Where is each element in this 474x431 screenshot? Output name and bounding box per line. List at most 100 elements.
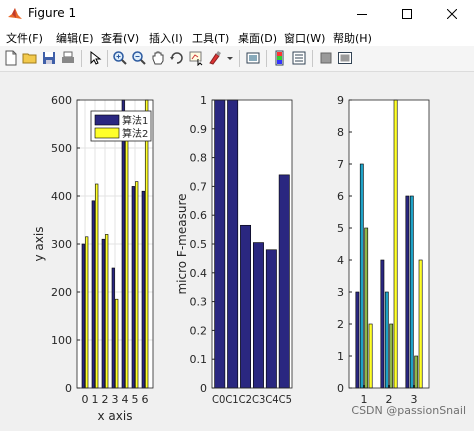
bar — [389, 323, 394, 389]
brush-icon[interactable] — [207, 50, 223, 66]
menu-desktop[interactable]: 桌面(D) — [238, 30, 277, 46]
bar — [131, 186, 135, 389]
menu-edit[interactable]: 编辑(E) — [56, 30, 94, 46]
zoom-in-icon[interactable] — [112, 50, 128, 66]
bar — [414, 355, 419, 389]
y-tick-label: 4 — [337, 254, 344, 267]
y-tick-label: 0.3 — [190, 296, 208, 309]
new-figure-icon[interactable] — [3, 50, 19, 66]
bar — [105, 234, 109, 389]
menu-window[interactable]: 窗口(W) — [284, 30, 325, 46]
bar — [409, 195, 414, 389]
bar — [91, 200, 95, 389]
axes-3: 01234567891 2 3 — [337, 94, 430, 406]
figure-canvas: 0 100 200 300 400 500 600 0 1 2 3 4 5 6 x axis y axis 算法… — [0, 72, 474, 427]
bar — [85, 236, 89, 389]
legend-swatch — [94, 114, 120, 126]
window-title: Figure 1 — [28, 6, 77, 20]
bar — [380, 259, 385, 389]
y-tick-label: 0.4 — [190, 267, 208, 280]
rotate-3d-icon[interactable] — [169, 50, 185, 66]
toolbar-separator — [81, 50, 82, 67]
toolbar-separator — [239, 50, 240, 67]
zoom-out-icon[interactable] — [131, 50, 147, 66]
y-tick-label: 0.8 — [190, 152, 208, 165]
open-folder-icon[interactable] — [22, 50, 38, 66]
menu-view[interactable]: 查看(V) — [101, 30, 139, 46]
axes-2: 0 0.1 0.2 0.3 0.4 0.5 0.6 0.7 0.8 0.9 1 C0C1C2C3C4C… — [175, 94, 293, 406]
chevron-down-icon[interactable] — [225, 50, 235, 66]
x-tick-label: 6 — [142, 393, 149, 406]
bar — [145, 99, 149, 389]
menu-file[interactable]: 文件(F) — [6, 30, 43, 46]
y-tick-label: 0 — [337, 382, 344, 395]
y-tick-label: 0 — [200, 382, 207, 395]
y-tick-label: 6 — [337, 190, 344, 203]
matlab-icon — [8, 8, 22, 19]
toolbar-separator — [266, 50, 267, 67]
bar — [393, 99, 398, 389]
bar — [141, 190, 145, 389]
x-tick-label: 0 — [82, 393, 89, 406]
x-tick-label: 5 — [132, 393, 139, 406]
menu-tools[interactable]: 工具(T) — [192, 30, 229, 46]
y-axis-label: micro F-measure — [175, 193, 189, 294]
toolbar-separator — [312, 50, 313, 67]
y-tick-label: 5 — [337, 222, 344, 235]
x-tick-label: C0C1C2C3C4C5 — [212, 393, 292, 406]
y-tick-label: 600 — [51, 94, 72, 107]
minimize-button[interactable] — [339, 0, 384, 28]
bar — [135, 181, 139, 389]
pan-icon[interactable] — [150, 50, 166, 66]
data-cursor-icon[interactable] — [188, 50, 204, 66]
y-tick-label: 0.5 — [190, 238, 208, 251]
link-plot-icon[interactable] — [245, 50, 261, 66]
bar — [240, 224, 252, 389]
y-axis-label: y axis — [32, 227, 46, 262]
legend-label: 算法1 — [122, 114, 148, 127]
y-tick-label: 0.1 — [190, 353, 208, 366]
close-icon — [446, 9, 457, 19]
y-tick-label: 500 — [51, 142, 72, 155]
x-tick-label: 2 — [102, 393, 109, 406]
maximize-icon — [401, 9, 412, 19]
y-tick-label: 9 — [337, 94, 344, 107]
x-tick-label: 3 — [112, 393, 119, 406]
maximize-button[interactable] — [384, 0, 429, 28]
y-tick-label: 0.7 — [190, 180, 208, 193]
insert-colorbar-icon[interactable] — [272, 50, 288, 66]
menu-help[interactable]: 帮助(H) — [333, 30, 372, 46]
y-tick-label: 3 — [337, 286, 344, 299]
minimize-icon — [356, 14, 367, 15]
y-tick-label: 0.6 — [190, 209, 208, 222]
menubar: 文件(F) 编辑(E) 查看(V) 插入(I) 工具(T) 桌面(D) 窗口(W… — [0, 28, 474, 46]
y-tick-label: 400 — [51, 190, 72, 203]
hide-plot-tools-icon[interactable] — [318, 50, 334, 66]
y-tick-label: 0 — [65, 382, 72, 395]
y-tick-label: 7 — [337, 158, 344, 171]
bar — [359, 163, 364, 389]
pointer-icon[interactable] — [87, 50, 103, 66]
x-axis-label: x axis — [98, 409, 133, 423]
show-plot-tools-icon[interactable] — [337, 50, 353, 66]
bar — [81, 243, 85, 389]
bar — [101, 238, 105, 389]
close-button[interactable] — [429, 0, 474, 28]
y-tick-label: 1 — [200, 94, 207, 107]
save-icon[interactable] — [41, 50, 57, 66]
bar — [111, 267, 115, 389]
bar — [252, 242, 264, 389]
insert-legend-icon[interactable] — [291, 50, 307, 66]
y-tick-label: 200 — [51, 286, 72, 299]
bar — [418, 259, 423, 389]
bar — [355, 291, 360, 389]
x-tick-label: 4 — [122, 393, 129, 406]
y-tick-label: 8 — [337, 126, 344, 139]
window-titlebar: Figure 1 — [0, 0, 474, 29]
bar — [95, 183, 99, 389]
bar — [384, 291, 389, 389]
bar — [265, 249, 277, 389]
print-icon[interactable] — [60, 50, 76, 66]
menu-insert[interactable]: 插入(I) — [149, 30, 183, 46]
bar — [227, 99, 239, 389]
